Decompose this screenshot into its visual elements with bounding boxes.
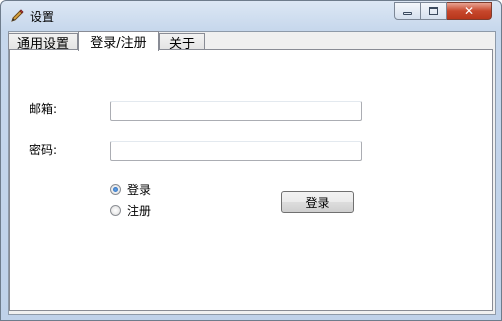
password-label: 密码: — [29, 143, 58, 157]
password-field[interactable] — [110, 141, 362, 161]
radio-register[interactable]: 注册 — [110, 202, 151, 219]
pencil-icon — [9, 8, 25, 24]
email-label: 邮箱: — [29, 102, 58, 116]
email-field[interactable] — [110, 101, 362, 121]
email-input[interactable] — [111, 102, 361, 120]
tab-login-register[interactable]: 登录/注册 — [78, 31, 159, 51]
window-title: 设置 — [30, 10, 55, 24]
close-button[interactable]: ✕ — [447, 2, 492, 20]
tab-about[interactable]: 关于 — [159, 33, 205, 52]
radio-button-selected[interactable] — [110, 184, 121, 195]
radio-button[interactable] — [110, 205, 121, 216]
tab-general-settings[interactable]: 通用设置 — [8, 33, 78, 52]
maximize-button[interactable] — [421, 2, 447, 20]
password-input[interactable] — [111, 142, 361, 160]
minimize-button[interactable] — [394, 2, 421, 20]
radio-dot — [113, 187, 118, 192]
tab-label: 登录/注册 — [90, 36, 147, 51]
maximize-icon — [429, 7, 438, 15]
login-button-label: 登录 — [305, 195, 330, 210]
minimize-icon — [403, 11, 412, 15]
radio-register-label: 注册 — [127, 204, 152, 218]
tab-panel-login-register: 邮箱: 密码: 登录 注册 登录 — [9, 49, 493, 311]
title-bar[interactable]: 设置 ✕ — [1, 1, 501, 31]
login-button[interactable]: 登录 — [281, 191, 354, 213]
close-icon: ✕ — [463, 4, 475, 18]
radio-login-label: 登录 — [127, 183, 152, 197]
radio-login[interactable]: 登录 — [110, 181, 151, 198]
